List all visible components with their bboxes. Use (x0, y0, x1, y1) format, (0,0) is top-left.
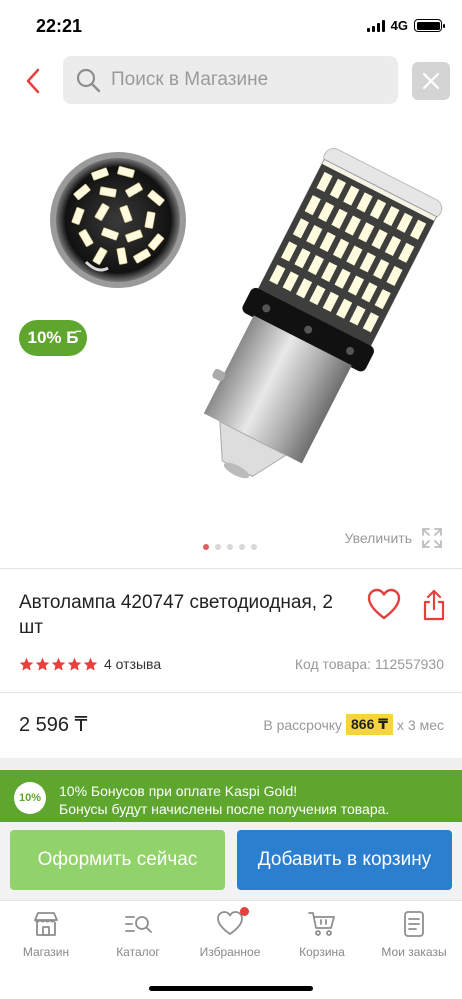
installment-amount: 866 ₸ (346, 714, 394, 735)
bonus-circle: 10% (14, 782, 46, 814)
tab-orders[interactable]: Мои заказы (368, 909, 460, 959)
home-indicator (149, 986, 313, 991)
orders-icon (404, 911, 424, 937)
expand-icon (422, 528, 442, 548)
star-icon (51, 657, 66, 671)
status-bar: 22:21 4G (0, 0, 462, 50)
bonus-badge: 10% Б̄ (19, 320, 87, 356)
add-to-cart-button[interactable]: Добавить в корзину (237, 830, 452, 890)
shop-icon (34, 912, 58, 936)
product-price: 2 596 ₸ (19, 714, 88, 736)
status-indicators: 4G (366, 18, 445, 33)
star-icon (67, 657, 82, 671)
page-dot[interactable] (203, 544, 209, 550)
zoom-button[interactable]: Увеличить (344, 526, 444, 550)
star-icon (83, 657, 98, 671)
bonus-line-2: Бонусы будут начислены после получения т… (59, 801, 390, 817)
installment-prefix: В рассрочку (263, 716, 343, 733)
tab-shop[interactable]: Магазин (0, 909, 92, 959)
tab-label: Избранное (199, 945, 261, 959)
tab-label: Корзина (299, 945, 345, 959)
tab-label: Каталог (116, 945, 160, 959)
search-icon (76, 68, 101, 93)
page-dot[interactable] (227, 544, 233, 550)
section-spacer (0, 758, 462, 770)
buy-now-button[interactable]: Оформить сейчас (10, 830, 225, 890)
cart-icon (308, 912, 335, 936)
notification-dot (240, 907, 249, 916)
bonus-banner[interactable]: 10% 10% Бонусов при оплате Kaspi Gold! Б… (0, 770, 462, 822)
bonus-text: 10% Бонусов при оплате Kaspi Gold! Бонус… (59, 782, 389, 818)
favorite-button[interactable] (366, 588, 402, 622)
chevron-left-icon (26, 68, 40, 94)
signal-icon (366, 19, 385, 32)
tab-favorites[interactable]: Избранное (184, 907, 276, 959)
star-icon (19, 657, 34, 671)
back-button[interactable] (16, 64, 50, 98)
tab-cart[interactable]: Корзина (276, 909, 368, 959)
page-dot[interactable] (239, 544, 245, 550)
page-dot[interactable] (215, 544, 221, 550)
close-icon (422, 72, 440, 90)
tab-catalog[interactable]: Каталог (92, 909, 184, 959)
catalog-icon (125, 916, 152, 933)
reviews-link[interactable]: 4 отзыва (104, 656, 161, 672)
action-bar: Оформить сейчас Добавить в корзину (0, 822, 462, 900)
product-code: Код товара: 112557930 (294, 656, 444, 672)
rating-row: 4 отзыва Код товара: 112557930 (19, 656, 444, 672)
search-header (0, 56, 462, 106)
divider (0, 692, 462, 693)
page-dot[interactable] (251, 544, 257, 550)
installment-info: В рассрочку 866 ₸ x 3 мес (263, 714, 444, 735)
price-row: 2 596 ₸ В рассрочку 866 ₸ x 3 мес (19, 712, 444, 737)
installment-suffix: x 3 мес (397, 716, 444, 733)
share-button[interactable] (420, 588, 448, 622)
clear-search-button[interactable] (412, 62, 450, 100)
search-box[interactable] (63, 56, 398, 104)
gallery-pagination (203, 544, 257, 550)
network-type: 4G (390, 18, 408, 33)
heart-icon (367, 588, 401, 620)
bonus-line-1: 10% Бонусов при оплате Kaspi Gold! (59, 783, 298, 799)
tab-label: Магазин (22, 945, 70, 959)
divider (0, 568, 462, 569)
product-gallery[interactable]: 10% Б̄ Увеличить (0, 112, 462, 568)
led-top-view (50, 152, 186, 288)
led-bulb (203, 148, 443, 479)
share-icon (423, 589, 445, 621)
battery-icon (414, 19, 445, 32)
zoom-label: Увеличить (344, 530, 412, 546)
star-icon (35, 657, 50, 671)
product-title: Автолампа 420747 светодиодная, 2 шт (19, 592, 333, 638)
heart-icon (215, 907, 249, 939)
rating-stars (19, 657, 98, 672)
search-input[interactable] (111, 69, 381, 91)
tab-label: Мои заказы (381, 945, 447, 959)
tab-bar: Магазин Каталог Избранное Корзина Мои за… (0, 900, 462, 999)
status-time: 22:21 (36, 16, 83, 36)
